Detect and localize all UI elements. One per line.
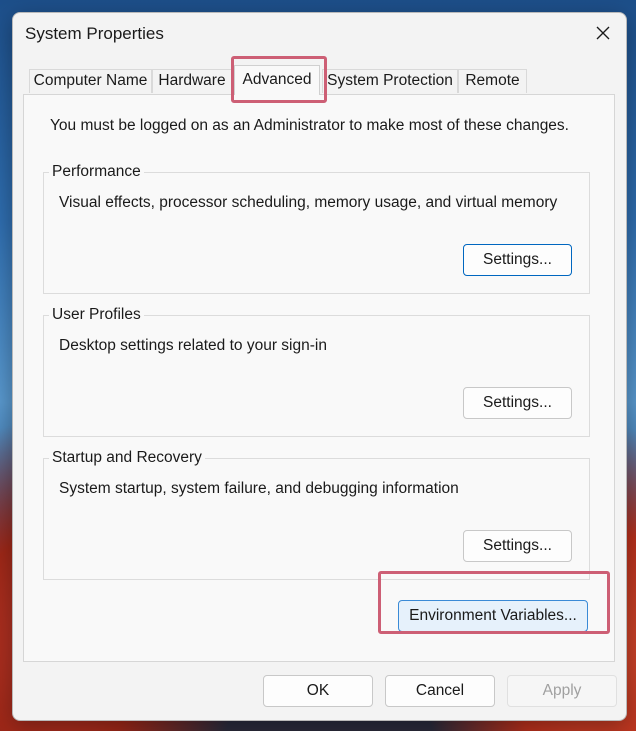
- tab-hardware[interactable]: Hardware: [152, 69, 232, 93]
- startup-recovery-title: Startup and Recovery: [49, 449, 205, 467]
- admin-notice: You must be logged on as an Administrato…: [50, 117, 569, 134]
- performance-title: Performance: [49, 163, 144, 181]
- performance-description: Visual effects, processor scheduling, me…: [59, 194, 558, 211]
- apply-button: Apply: [507, 675, 617, 707]
- user-profiles-settings-button[interactable]: Settings...: [463, 387, 572, 419]
- performance-group: Performance Visual effects, processor sc…: [43, 163, 590, 294]
- advanced-tab-panel: You must be logged on as an Administrato…: [23, 94, 615, 662]
- ok-button[interactable]: OK: [263, 675, 373, 707]
- startup-recovery-group: Startup and Recovery System startup, sys…: [43, 449, 590, 580]
- startup-recovery-description: System startup, system failure, and debu…: [59, 480, 459, 497]
- tab-computer-name[interactable]: Computer Name: [29, 69, 152, 93]
- title-bar: System Properties: [13, 13, 626, 55]
- tab-system-protection[interactable]: System Protection: [322, 69, 458, 93]
- environment-variables-button[interactable]: Environment Variables...: [398, 600, 588, 632]
- close-icon: [596, 26, 610, 40]
- window-title: System Properties: [25, 24, 164, 43]
- user-profiles-title: User Profiles: [49, 306, 144, 324]
- performance-settings-button[interactable]: Settings...: [463, 244, 572, 276]
- tab-remote[interactable]: Remote: [458, 69, 527, 93]
- user-profiles-description: Desktop settings related to your sign-in: [59, 337, 327, 354]
- system-properties-window: System Properties Computer Name Hardware…: [12, 12, 627, 721]
- tab-advanced[interactable]: Advanced: [234, 65, 320, 95]
- user-profiles-group: User Profiles Desktop settings related t…: [43, 306, 590, 437]
- cancel-button[interactable]: Cancel: [385, 675, 495, 707]
- close-button[interactable]: [580, 13, 626, 53]
- startup-recovery-settings-button[interactable]: Settings...: [463, 530, 572, 562]
